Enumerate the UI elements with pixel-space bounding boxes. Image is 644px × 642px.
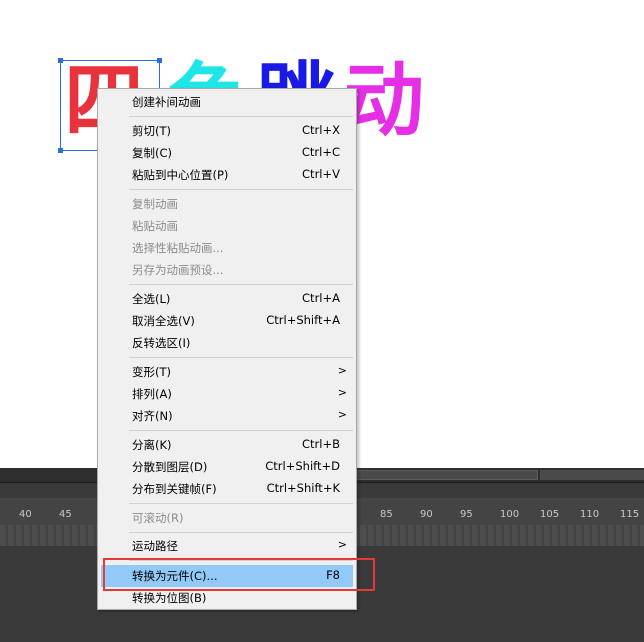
menu-item-shortcut: Ctrl+Shift+D bbox=[265, 459, 340, 473]
menu-item-motion-path[interactable]: 运动路径 > bbox=[101, 535, 353, 557]
menu-separator bbox=[129, 357, 353, 358]
menu-item-label: 对齐(N) bbox=[132, 409, 173, 423]
transform-handle[interactable] bbox=[58, 148, 63, 153]
menu-item-arrange[interactable]: 排列(A) > bbox=[101, 383, 353, 405]
transform-handle[interactable] bbox=[58, 58, 63, 63]
frame-tick-label: 115 bbox=[620, 509, 640, 520]
menu-separator bbox=[129, 116, 353, 117]
frame-tick-label: 45 bbox=[59, 509, 72, 520]
menu-item-align[interactable]: 对齐(N) > bbox=[101, 405, 353, 427]
menu-item-paste-center[interactable]: 粘贴到中心位置(P) Ctrl+V bbox=[101, 164, 353, 186]
menu-item-label: 转换为位图(B) bbox=[132, 591, 207, 605]
menu-separator bbox=[129, 532, 353, 533]
menu-item-create-tween[interactable]: 创建补间动画 bbox=[101, 91, 353, 113]
frame-tick-label: 40 bbox=[19, 509, 32, 520]
menu-item-select-all[interactable]: 全选(L) Ctrl+A bbox=[101, 288, 353, 310]
menu-item-save-motion-preset: 另存为动画预设... bbox=[101, 259, 353, 281]
menu-item-paste-motion: 粘贴动画 bbox=[101, 215, 353, 237]
menu-item-label: 可滚动(R) bbox=[132, 511, 184, 525]
menu-item-copy-motion: 复制动画 bbox=[101, 193, 353, 215]
menu-item-shortcut: Ctrl+C bbox=[301, 145, 340, 159]
frame-tick-label: 85 bbox=[380, 509, 393, 520]
menu-separator bbox=[129, 189, 353, 190]
submenu-arrow-icon: > bbox=[337, 538, 347, 551]
annotation-highlight-box bbox=[103, 558, 375, 591]
menu-item-label: 复制(C) bbox=[132, 146, 173, 160]
frame-tick-label: 95 bbox=[460, 509, 473, 520]
menu-item-transform[interactable]: 变形(T) > bbox=[101, 361, 353, 383]
menu-item-distribute-keyframes[interactable]: 分布到关键帧(F) Ctrl+Shift+K bbox=[101, 478, 353, 500]
menu-item-label: 另存为动画预设... bbox=[132, 263, 224, 277]
menu-item-paste-motion-special: 选择性粘贴动画... bbox=[101, 237, 353, 259]
menu-item-shortcut: Ctrl+X bbox=[302, 123, 340, 137]
menu-item-label: 选择性粘贴动画... bbox=[132, 241, 224, 255]
transform-handle[interactable] bbox=[157, 58, 162, 63]
frame-tick-label: 110 bbox=[580, 509, 600, 520]
menu-separator bbox=[129, 284, 353, 285]
menu-item-break-apart[interactable]: 分离(K) Ctrl+B bbox=[101, 434, 353, 456]
menu-item-label: 分离(K) bbox=[132, 438, 172, 452]
menu-item-label: 排列(A) bbox=[132, 387, 172, 401]
menu-item-shortcut: Ctrl+B bbox=[302, 437, 340, 451]
frame-tick-label: 100 bbox=[500, 509, 520, 520]
submenu-arrow-icon: > bbox=[337, 364, 347, 377]
menu-item-label: 反转选区(I) bbox=[132, 336, 191, 350]
frame-tick-label: 105 bbox=[540, 509, 560, 520]
menu-item-label: 粘贴动画 bbox=[132, 219, 178, 233]
menu-item-label: 剪切(T) bbox=[132, 124, 171, 138]
submenu-arrow-icon: > bbox=[337, 386, 347, 399]
menu-item-copy[interactable]: 复制(C) Ctrl+C bbox=[101, 142, 353, 164]
menu-item-cut[interactable]: 剪切(T) Ctrl+X bbox=[101, 120, 353, 142]
submenu-arrow-icon: > bbox=[337, 408, 347, 421]
menu-item-label: 分散到图层(D) bbox=[132, 460, 208, 474]
menu-item-shortcut: Ctrl+V bbox=[302, 167, 340, 181]
menu-item-shortcut: Ctrl+A bbox=[302, 291, 340, 305]
menu-separator bbox=[129, 503, 353, 504]
timeline-scrollbar-track[interactable] bbox=[540, 470, 644, 480]
menu-item-label: 变形(T) bbox=[132, 365, 171, 379]
timeline-scrollbar-thumb[interactable] bbox=[356, 470, 538, 480]
menu-item-invert-selection[interactable]: 反转选区(I) bbox=[101, 332, 353, 354]
menu-item-shortcut: Ctrl+Shift+A bbox=[266, 313, 340, 327]
menu-item-label: 复制动画 bbox=[132, 197, 178, 211]
context-menu: 创建补间动画 剪切(T) Ctrl+X 复制(C) Ctrl+C 粘贴到中心位置(P… bbox=[97, 88, 357, 610]
menu-separator bbox=[129, 430, 353, 431]
menu-item-label: 运动路径 bbox=[132, 539, 178, 553]
menu-item-label: 取消全选(V) bbox=[132, 314, 195, 328]
menu-item-scrollable: 可滚动(R) bbox=[101, 507, 353, 529]
menu-item-label: 粘贴到中心位置(P) bbox=[132, 168, 229, 182]
menu-item-shortcut: Ctrl+Shift+K bbox=[266, 481, 340, 495]
menu-item-label: 创建补间动画 bbox=[132, 95, 201, 109]
menu-item-distribute-layers[interactable]: 分散到图层(D) Ctrl+Shift+D bbox=[101, 456, 353, 478]
menu-item-deselect-all[interactable]: 取消全选(V) Ctrl+Shift+A bbox=[101, 310, 353, 332]
menu-item-label: 全选(L) bbox=[132, 292, 171, 306]
menu-item-label: 分布到关键帧(F) bbox=[132, 482, 217, 496]
frame-tick-label: 90 bbox=[420, 509, 433, 520]
